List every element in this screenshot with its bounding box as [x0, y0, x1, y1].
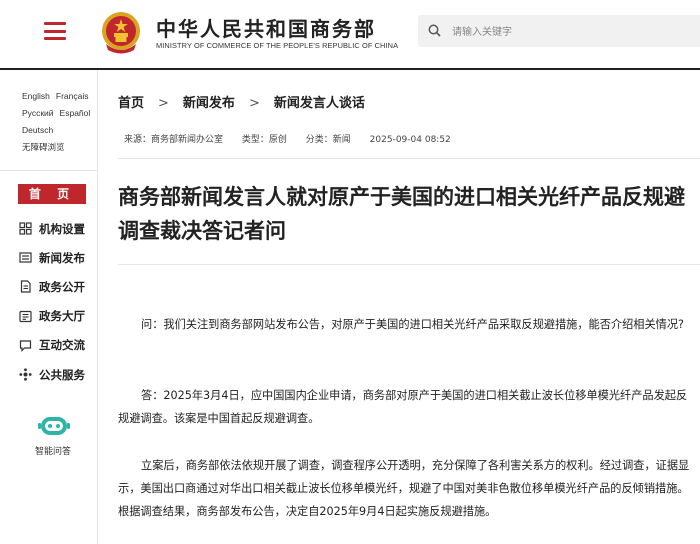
- lang-spanish-link[interactable]: Español: [60, 108, 91, 118]
- site-subtitle: MINISTRY OF COMMERCE OF THE PEOPLE'S REP…: [156, 41, 399, 50]
- lang-russian-link[interactable]: Русский: [22, 108, 54, 118]
- lang-english-link[interactable]: English: [22, 91, 50, 101]
- sidebar-item-label: 政务大厅: [39, 309, 85, 324]
- sidebar-item-interaction[interactable]: 互动交流: [18, 331, 85, 360]
- search-box: [418, 15, 700, 47]
- sidebar-item-public-service[interactable]: 公共服务: [18, 360, 85, 389]
- article-title: 商务部新闻发言人就对原产于美国的进口相关光纤产品反规避调查裁决答记者问: [118, 185, 685, 243]
- service-hall-icon: [18, 309, 32, 323]
- sidebar-item-label: 新闻发布: [39, 250, 85, 265]
- national-emblem-logo[interactable]: [100, 10, 142, 56]
- article-meta: 来源：商务部新闻办公室 类型：原创 分类：新闻 2025-09-04 08:52: [124, 132, 467, 145]
- site-title[interactable]: 中华人民共和国商务部: [156, 13, 376, 42]
- meta-date: 2025-09-04 08:52: [369, 135, 451, 145]
- chevron-right-icon: >: [158, 96, 169, 111]
- home-button[interactable]: 首 页: [18, 184, 86, 204]
- sidebar: English Français Русский Español Deutsch 无…: [0, 70, 98, 544]
- sidebar-item-label: 互动交流: [39, 338, 85, 353]
- menu-icon[interactable]: [44, 22, 66, 40]
- search-input[interactable]: [450, 21, 684, 43]
- robot-assistant-icon[interactable]: [38, 413, 70, 439]
- lang-french-link[interactable]: Français: [56, 91, 89, 101]
- assistant-label[interactable]: 智能问答: [35, 444, 71, 457]
- sidebar-item-government-affairs[interactable]: 政务公开: [18, 272, 85, 301]
- chevron-right-icon: >: [248, 96, 260, 111]
- title-divider: [118, 264, 700, 265]
- newspaper-icon: [18, 251, 32, 265]
- meta-type: 类型：原创: [241, 135, 287, 145]
- sidebar-item-service-hall[interactable]: 政务大厅: [18, 302, 85, 331]
- lang-german-link[interactable]: Deutsch: [22, 125, 53, 135]
- language-links: English Français Русский Español Deutsch 无…: [22, 88, 96, 156]
- header-divider: [0, 68, 700, 70]
- sidebar-item-label: 公共服务: [39, 367, 85, 382]
- meta-category: 分类：新闻: [305, 135, 351, 145]
- breadcrumb-home[interactable]: 首页: [118, 96, 144, 111]
- article-paragraph: 立案后，商务部依法依规开展了调查，调查程序公开透明，充分保障了各利害关系方的权利…: [118, 459, 690, 518]
- article-paragraph: 问：我们关注到商务部网站发布公告，对原产于美国的进口相关光纤产品采取反规避措施，…: [141, 318, 684, 331]
- search-icon[interactable]: [428, 24, 441, 37]
- breadcrumb: 首页 > 新闻发布 > 新闻发言人谈话: [118, 92, 365, 111]
- sidebar-item-label: 政务公开: [39, 279, 85, 294]
- sidebar-item-organization[interactable]: 机构设置: [18, 214, 85, 243]
- top-header: 中华人民共和国商务部 MINISTRY OF COMMERCE OF THE P…: [0, 0, 700, 68]
- breadcrumb-news[interactable]: 新闻发布: [183, 96, 235, 111]
- org-chart-icon: [18, 222, 32, 236]
- sidebar-divider: [0, 170, 97, 171]
- sidebar-item-label: 机构设置: [39, 221, 85, 236]
- sidebar-nav: 机构设置 新闻发布 政务公开 政务大厅 互动交流 公共服务: [18, 214, 85, 389]
- meta-divider: [118, 158, 700, 159]
- article-paragraph: 答：2025年3月4日，应中国国内企业申请，商务部对原产于美国的进口相关截止波长…: [118, 389, 688, 425]
- sidebar-item-news[interactable]: 新闻发布: [18, 243, 85, 272]
- meta-source: 来源：商务部新闻办公室: [124, 135, 224, 145]
- public-service-icon: [18, 368, 32, 382]
- document-icon: [18, 280, 32, 294]
- breadcrumb-spokesperson[interactable]: 新闻发言人谈话: [274, 96, 365, 111]
- accessibility-link[interactable]: 无障碍浏览: [22, 142, 65, 152]
- chat-icon: [18, 338, 32, 352]
